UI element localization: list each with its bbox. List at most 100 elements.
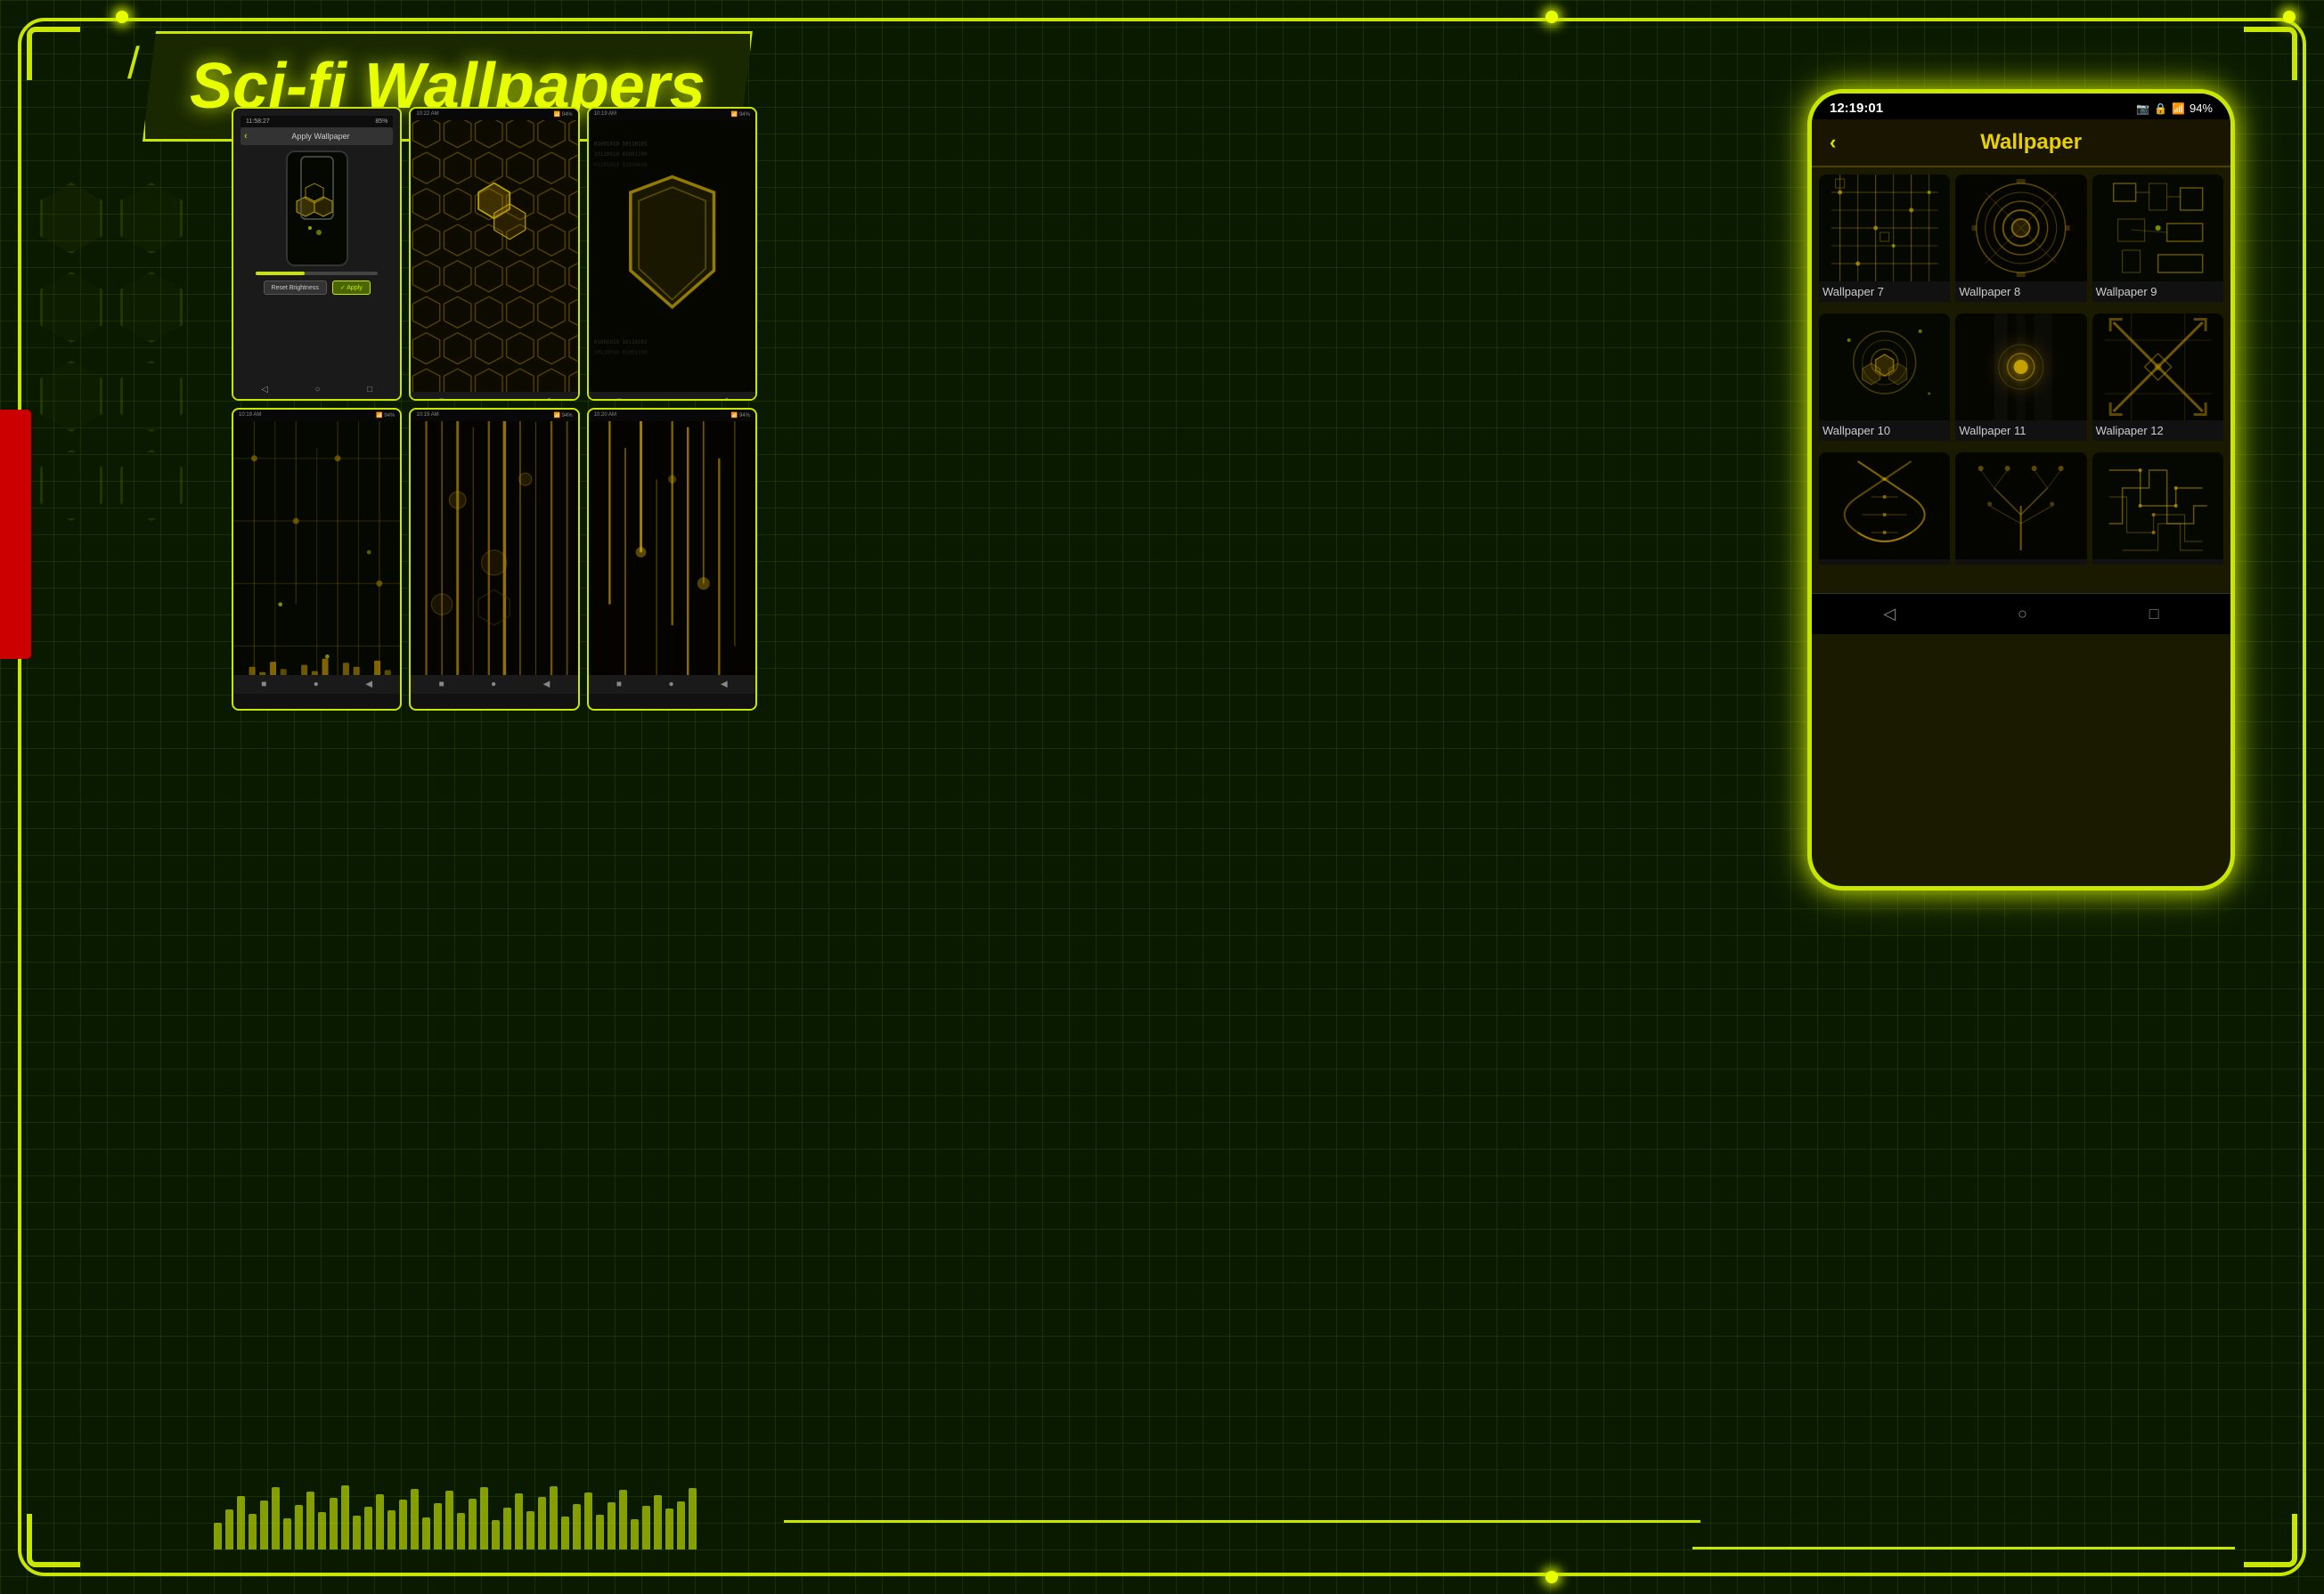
glow-dot-4 xyxy=(1545,1571,1558,1583)
eq-bar xyxy=(376,1494,384,1549)
slash-left: / xyxy=(127,37,140,89)
eq-bar xyxy=(225,1509,233,1549)
bottom-line-right xyxy=(1692,1547,2235,1549)
phone-preview xyxy=(286,150,348,266)
device-nav-back[interactable]: ◁ xyxy=(1883,605,1896,623)
device-nav-home[interactable]: ○ xyxy=(2018,605,2027,623)
nav-home-icon[interactable]: ○ xyxy=(314,385,320,394)
eq-bar xyxy=(214,1523,222,1549)
eq-bar xyxy=(631,1519,639,1549)
main-device: 12:19:01 📷 🔒 📶 94% ‹ Wallpaper xyxy=(1807,89,2235,891)
action-buttons: Reset Brightness ✓ Apply xyxy=(241,281,393,295)
eq-bar xyxy=(689,1488,697,1549)
reset-brightness-button[interactable]: Reset Brightness xyxy=(264,281,327,295)
eq-bar xyxy=(353,1516,361,1549)
eq-bar xyxy=(503,1508,511,1549)
svg-text:10110010 01001100: 10110010 01001100 xyxy=(594,351,648,356)
wallpaper-7-thumb[interactable]: Wallpaper 7 xyxy=(1819,175,1950,308)
wallpaper-14-thumb[interactable] xyxy=(1955,452,2086,586)
phone-bokeh-lines[interactable]: 10:19 AM📶 94% xyxy=(409,408,579,711)
eq-bar xyxy=(654,1495,662,1549)
battery-icon: 🔒 xyxy=(2154,102,2167,115)
eq-bar xyxy=(445,1491,453,1549)
wallpaper-10-label: Wallpaper 10 xyxy=(1819,420,1950,441)
corner-decoration-bl xyxy=(27,1514,80,1567)
eq-bar xyxy=(330,1498,338,1549)
corner-decoration-tl xyxy=(27,27,80,80)
svg-text:01101010 11010010: 01101010 11010010 xyxy=(594,163,648,168)
wallpaper-7-label: Wallpaper 7 xyxy=(1819,281,1950,302)
phone2-nav-bar: ■ ● ◀ xyxy=(411,392,577,401)
eq-bar xyxy=(573,1504,581,1549)
phones-section: 11:58:27 85% ‹ Apply Wallpaper xyxy=(232,107,757,711)
eq-bar xyxy=(411,1489,419,1549)
eq-bar xyxy=(608,1502,616,1549)
bokeh-wallpaper: ■ ● ◀ xyxy=(411,421,577,694)
eq-bar xyxy=(561,1517,569,1549)
device-time: 12:19:01 xyxy=(1830,101,1883,116)
eq-bar xyxy=(492,1520,500,1549)
phone-apply-screen[interactable]: 11:58:27 85% ‹ Apply Wallpaper xyxy=(232,107,402,401)
nav-recent-icon[interactable]: □ xyxy=(367,385,372,394)
eq-bar xyxy=(677,1501,685,1549)
device-nav-bar: ◁ ○ □ xyxy=(1812,593,2230,634)
device-back-button[interactable]: ‹ xyxy=(1830,131,1836,154)
phone-shield-pattern[interactable]: 10:19 AM📶 94% 01001010 10110101 10110010… xyxy=(587,107,757,401)
wallpaper-9-label: Wallpaper 9 xyxy=(2092,281,2223,302)
wallpaper-8-thumb[interactable]: Wallpaper 8 xyxy=(1955,175,2086,308)
corner-decoration-tr xyxy=(2244,27,2297,80)
eq-bar xyxy=(596,1515,604,1549)
apply-button[interactable]: ✓ Apply xyxy=(332,281,371,295)
svg-text:10110010 01001100: 10110010 01001100 xyxy=(594,152,648,158)
phone1-nav-bar: ◁ ○ □ xyxy=(233,380,400,399)
signal-icon: 📷 xyxy=(2136,102,2149,115)
wallpaper-13-thumb[interactable] xyxy=(1819,452,1950,586)
bottom-line-left xyxy=(784,1520,1700,1523)
wallpaper-12-thumb[interactable]: Walipaper 12 xyxy=(2092,313,2223,447)
eq-bar xyxy=(457,1513,465,1549)
wallpaper-14-label xyxy=(1955,559,2086,565)
glow-dot-2 xyxy=(1545,11,1558,23)
wifi-icon: 📶 xyxy=(2172,102,2185,115)
nav-back-icon[interactable]: ◁ xyxy=(261,385,268,394)
phone4-nav-bar: ■ ● ◀ xyxy=(233,675,400,694)
svg-text:01001010 10110101: 01001010 10110101 xyxy=(594,142,648,147)
hex-wallpaper: ■ ● ◀ xyxy=(411,120,577,401)
eq-bar xyxy=(526,1511,534,1549)
wallpaper-15-thumb[interactable] xyxy=(2092,452,2223,586)
eq-bar xyxy=(480,1487,488,1549)
eq-bar xyxy=(538,1497,546,1549)
hex-decoration xyxy=(36,178,187,525)
device-app-header: ‹ Wallpaper xyxy=(1812,119,2230,167)
eq-bar xyxy=(584,1492,592,1549)
device-app-title: Wallpaper xyxy=(1849,130,2213,155)
phone-hex-pattern[interactable]: 10:22 AM📶 94% ■ ● xyxy=(409,107,579,401)
phone3-nav-bar: ■ ● ◀ xyxy=(589,392,755,401)
device-nav-recent[interactable]: □ xyxy=(2149,605,2159,623)
eq-bar xyxy=(272,1487,280,1549)
glow-dot-1 xyxy=(116,11,128,23)
wallpaper-9-thumb[interactable]: Wallpaper 9 xyxy=(2092,175,2223,308)
eq-bar xyxy=(515,1493,523,1549)
phone-circuit-pattern[interactable]: 10:19 AM📶 94% xyxy=(232,408,402,711)
phone5-nav-bar: ■ ● ◀ xyxy=(411,675,577,694)
eq-bar xyxy=(341,1485,349,1549)
eq-bar xyxy=(619,1490,627,1549)
eq-bar xyxy=(283,1518,291,1549)
eq-bar xyxy=(237,1496,245,1549)
back-arrow-icon[interactable]: ‹ xyxy=(244,131,248,142)
shield-wallpaper: 01001010 10110101 10110010 01001100 0110… xyxy=(589,120,755,401)
wallpaper-10-thumb[interactable]: Wallpaper 10 xyxy=(1819,313,1950,447)
eq-bar xyxy=(665,1509,673,1549)
wallpaper-11-thumb[interactable]: Wallpaper 11 xyxy=(1955,313,2086,447)
eq-bar xyxy=(642,1506,650,1549)
wallpaper-12-label: Walipaper 12 xyxy=(2092,420,2223,441)
phone-top-row: 11:58:27 85% ‹ Apply Wallpaper xyxy=(232,107,757,401)
phone-streak-lines[interactable]: 10:20 AM📶 94% xyxy=(587,408,757,711)
eq-bar xyxy=(469,1499,477,1549)
brightness-bar xyxy=(256,272,378,275)
corner-decoration-br xyxy=(2244,1514,2297,1567)
wallpaper-8-label: Wallpaper 8 xyxy=(1955,281,2086,302)
wallpaper-grid: Wallpaper 7 xyxy=(1812,167,2230,593)
wallpaper-13-label xyxy=(1819,559,1950,565)
